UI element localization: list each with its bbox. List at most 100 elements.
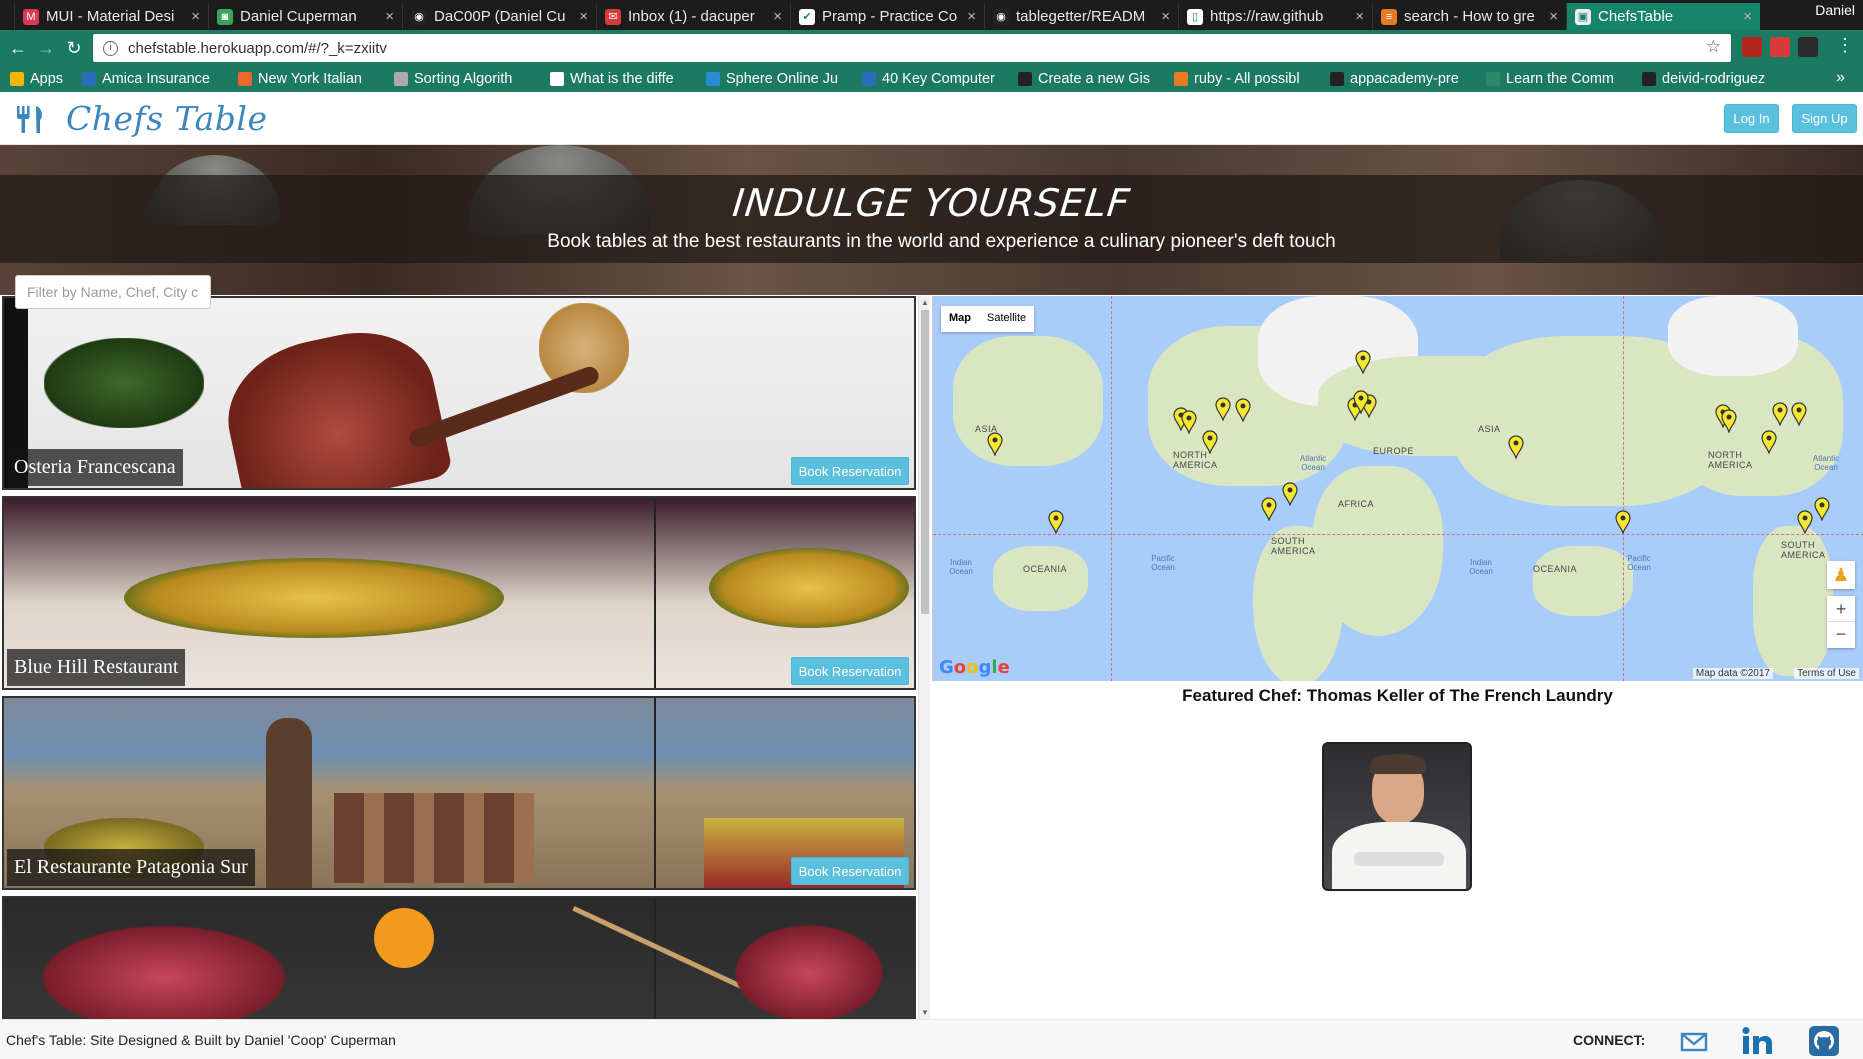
close-tab-icon[interactable]: × (385, 8, 394, 25)
map-view-button[interactable]: Map (941, 306, 979, 332)
bookmark-star-icon[interactable]: ☆ (1706, 37, 1721, 57)
browser-tab[interactable]: ◉ DaC00P (Daniel Cu × (402, 3, 596, 30)
restaurant-map-pin-icon[interactable] (1048, 510, 1064, 534)
more-bookmarks-icon[interactable]: » (1836, 69, 1845, 87)
signup-button[interactable]: Sign Up (1792, 104, 1857, 133)
map-label: NORTH AMERICA (1708, 450, 1753, 470)
reload-icon[interactable]: ↻ (60, 38, 88, 59)
info-icon[interactable]: i (103, 40, 118, 56)
restaurant-map-pin-icon[interactable] (1355, 350, 1371, 374)
restaurant-map-pin-icon[interactable] (1215, 397, 1231, 421)
browser-tab[interactable]: M MUI - Material Desi × (14, 3, 208, 30)
browser-tab[interactable]: ◉ tablegetter/READM × (984, 3, 1178, 30)
bookmark-item[interactable]: New York Italian (238, 71, 388, 87)
bookmark-item[interactable]: Create a new Gis (1018, 71, 1168, 87)
bookmark-item[interactable]: Learn the Comm (1486, 71, 1636, 87)
restaurant-map-pin-icon[interactable] (1721, 409, 1737, 433)
site-footer: Chef's Table: Site Designed & Built by D… (0, 1019, 1863, 1059)
restaurant-name[interactable]: Osteria Francescana (7, 449, 183, 486)
restaurant-map-pin-icon[interactable] (1261, 497, 1277, 521)
browser-tab[interactable]: ◙ Daniel Cuperman × (208, 3, 402, 30)
restaurant-map-pin-icon[interactable] (1814, 497, 1830, 521)
bookmark-item[interactable]: 40 Key Computer (862, 71, 1012, 87)
bookmark-item[interactable]: deivid-rodriguez (1642, 71, 1792, 87)
restaurant-map-pin-icon[interactable] (1772, 402, 1788, 426)
restaurant-map-pin-icon[interactable] (1181, 410, 1197, 434)
restaurant-card[interactable]: El Restaurante Patagonia Sur Book Reserv… (2, 696, 916, 890)
restaurant-map-pin-icon[interactable] (1235, 398, 1251, 422)
close-tab-icon[interactable]: × (773, 8, 782, 25)
restaurant-map-pin-icon[interactable] (1508, 435, 1524, 459)
close-tab-icon[interactable]: × (1549, 8, 1558, 25)
satellite-view-button[interactable]: Satellite (979, 306, 1034, 332)
browser-tab[interactable]: ▣ ChefsTable × (1566, 3, 1760, 30)
terms-of-use-link[interactable]: Terms of Use (1794, 668, 1859, 679)
email-icon[interactable] (1680, 1026, 1708, 1056)
restaurant-card[interactable]: Osteria Francescana Book Reservation (2, 296, 916, 490)
bookmark-item[interactable]: appacademy-pre (1330, 71, 1480, 87)
forward-icon[interactable]: → (32, 38, 60, 59)
restaurant-map-pin-icon[interactable] (1202, 430, 1218, 454)
restaurant-map-pin-icon[interactable] (987, 432, 1003, 456)
restaurant-map-pin-icon[interactable] (1797, 510, 1813, 534)
ocean-label: Indian Ocean (949, 558, 973, 576)
restaurant-map[interactable]: ASIA NORTH AMERICA EUROPE ASIA AFRICA NO… (932, 296, 1863, 681)
google-logo[interactable]: Google (939, 657, 1010, 678)
book-reservation-button[interactable]: Book Reservation (791, 857, 909, 885)
book-reservation-button[interactable]: Book Reservation (791, 457, 909, 485)
apps-bookmark[interactable]: Apps (10, 71, 76, 87)
restaurant-map-pin-icon[interactable] (1615, 510, 1631, 534)
back-icon[interactable]: ← (4, 38, 32, 59)
browser-tab[interactable]: ▯ https://raw.github × (1178, 3, 1372, 30)
close-tab-icon[interactable]: × (967, 8, 976, 25)
extension-calendar-icon[interactable] (1770, 37, 1790, 57)
restaurant-name[interactable]: El Restaurante Patagonia Sur (7, 849, 255, 886)
close-tab-icon[interactable]: × (191, 8, 200, 25)
url-text[interactable]: chefstable.herokuapp.com/#/?_k=zxiitv (128, 40, 387, 57)
restaurant-list[interactable]: Osteria Francescana Book Reservation Blu… (0, 296, 932, 1019)
zoom-in-button[interactable]: + (1827, 596, 1855, 622)
scroll-up-icon[interactable]: ▲ (920, 298, 930, 307)
restaurant-card[interactable] (2, 896, 916, 1019)
extension-pen-icon[interactable] (1798, 37, 1818, 57)
zoom-out-button[interactable]: − (1827, 622, 1855, 648)
extension-ublock-icon[interactable] (1742, 37, 1762, 57)
bookmark-item[interactable]: Sphere Online Ju (706, 71, 856, 87)
bookmark-item[interactable]: ruby - All possibl (1174, 71, 1324, 87)
close-tab-icon[interactable]: × (1743, 8, 1752, 25)
restaurant-map-pin-icon[interactable] (1282, 482, 1298, 506)
restaurant-map-pin-icon[interactable] (1761, 430, 1777, 454)
close-tab-icon[interactable]: × (1161, 8, 1170, 25)
linkedin-icon[interactable] (1740, 1026, 1774, 1056)
map-land (1668, 296, 1798, 376)
browser-tab[interactable]: ≡ search - How to gre × (1372, 3, 1566, 30)
list-scrollbar[interactable]: ▲ ▼ (918, 296, 930, 1019)
close-tab-icon[interactable]: × (579, 8, 588, 25)
browser-tab[interactable]: ✔ Pramp - Practice Co × (790, 3, 984, 30)
github-icon[interactable] (1808, 1026, 1840, 1056)
browser-tab[interactable]: ✉ Inbox (1) - dacuper × (596, 3, 790, 30)
restaurant-map-pin-icon[interactable] (1353, 390, 1369, 414)
bookmark-label: What is the diffe (570, 71, 674, 87)
login-button[interactable]: Log In (1724, 104, 1779, 133)
bookmark-item[interactable]: Sorting Algorith (394, 71, 544, 87)
restaurant-map-pin-icon[interactable] (1791, 402, 1807, 426)
close-tab-icon[interactable]: × (1355, 8, 1364, 25)
address-bar[interactable]: i chefstable.herokuapp.com/#/?_k=zxiitv … (93, 34, 1731, 62)
bookmark-item[interactable]: What is the diffe (550, 71, 700, 87)
scrollbar-thumb[interactable] (921, 310, 929, 614)
restaurant-name[interactable]: Blue Hill Restaurant (7, 649, 186, 686)
featured-chef-photo[interactable] (1322, 742, 1472, 891)
fork-knife-icon[interactable] (14, 104, 46, 134)
book-reservation-button[interactable]: Book Reservation (791, 657, 909, 685)
bookmark-favicon-icon (1330, 72, 1344, 86)
site-logo[interactable]: Chefs Table (66, 99, 268, 138)
pegman-icon[interactable]: ♟ (1827, 561, 1855, 589)
ocean-label: Indian Ocean (1469, 558, 1493, 576)
menu-icon[interactable]: ⋮ (1831, 35, 1859, 56)
profile-name[interactable]: Daniel (1815, 2, 1855, 18)
scroll-down-icon[interactable]: ▼ (920, 1008, 930, 1017)
filter-input[interactable]: Filter by Name, Chef, City c (15, 275, 211, 309)
restaurant-card[interactable]: Blue Hill Restaurant Book Reservation (2, 496, 916, 690)
bookmark-item[interactable]: Amica Insurance (82, 71, 232, 87)
